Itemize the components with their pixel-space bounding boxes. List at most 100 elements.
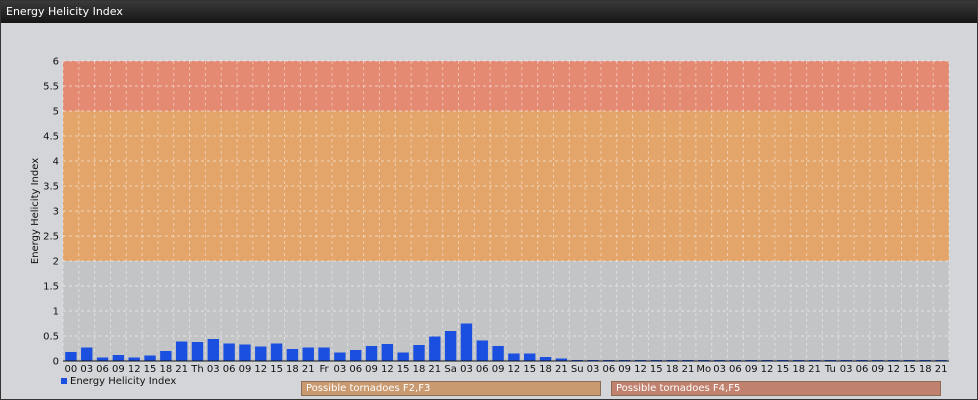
x-tick-label: 15 bbox=[397, 364, 410, 375]
x-tick-label: 03 bbox=[587, 364, 600, 375]
x-tick-label: 12 bbox=[254, 364, 267, 375]
x-tick-label: 00 bbox=[65, 364, 78, 375]
bar bbox=[318, 347, 330, 361]
bar bbox=[429, 336, 441, 361]
x-tick-label: 12 bbox=[128, 364, 141, 375]
bar bbox=[128, 357, 140, 361]
bar bbox=[413, 345, 425, 361]
bar bbox=[508, 353, 520, 361]
x-tick-label: Mo bbox=[696, 364, 711, 375]
bar bbox=[397, 352, 409, 361]
y-tick-label: 1 bbox=[53, 307, 59, 318]
y-tick-label: 5 bbox=[53, 107, 59, 118]
x-tick-label: 06 bbox=[729, 364, 742, 375]
bar bbox=[350, 350, 362, 361]
x-tick-label: 21 bbox=[428, 364, 441, 375]
y-axis-label: Energy Helicity Index bbox=[30, 158, 41, 264]
legend-item: Energy Helicity Index bbox=[61, 376, 176, 387]
x-tick-label: 21 bbox=[808, 364, 821, 375]
x-tick-label: 15 bbox=[523, 364, 536, 375]
x-tick-label: 06 bbox=[602, 364, 615, 375]
bar bbox=[65, 352, 77, 361]
bar bbox=[476, 340, 488, 361]
x-tick-label: 18 bbox=[539, 364, 552, 375]
zone-legend-f4-f5: Possible tornadoes F4,F5 bbox=[611, 381, 941, 396]
y-tick-label: 6 bbox=[53, 57, 59, 68]
bar bbox=[255, 346, 267, 361]
x-tick-label: 15 bbox=[144, 364, 157, 375]
x-tick-label: 06 bbox=[223, 364, 236, 375]
x-tick-label: 18 bbox=[919, 364, 932, 375]
x-tick-label: 03 bbox=[207, 364, 220, 375]
x-tick-label: 06 bbox=[476, 364, 489, 375]
x-tick-label: 03 bbox=[80, 364, 93, 375]
bar bbox=[302, 347, 314, 361]
bar bbox=[175, 341, 188, 361]
bar bbox=[539, 357, 552, 361]
x-tick-label: 18 bbox=[666, 364, 679, 375]
bar bbox=[381, 344, 394, 361]
x-tick-label: Th bbox=[190, 364, 203, 375]
x-tick-label: 03 bbox=[460, 364, 473, 375]
x-tick-label: 09 bbox=[239, 364, 252, 375]
y-tick-label: 5.5 bbox=[43, 82, 59, 93]
y-tick-label: 4 bbox=[53, 157, 59, 168]
bar bbox=[365, 346, 378, 361]
bar bbox=[492, 346, 504, 361]
x-tick-label: 03 bbox=[713, 364, 726, 375]
x-tick-label: 12 bbox=[508, 364, 521, 375]
x-tick-label: 18 bbox=[792, 364, 805, 375]
x-tick-label: Tu bbox=[824, 364, 836, 375]
x-tick-label: 09 bbox=[112, 364, 125, 375]
x-tick-label: 12 bbox=[634, 364, 647, 375]
x-tick-label: 21 bbox=[302, 364, 315, 375]
y-tick-label: 2 bbox=[53, 257, 59, 268]
x-tick-label: 12 bbox=[887, 364, 900, 375]
bar bbox=[270, 343, 283, 361]
x-tick-label: 09 bbox=[745, 364, 758, 375]
window-title: Energy Helicity Index bbox=[1, 1, 977, 23]
x-tick-label: 09 bbox=[365, 364, 378, 375]
x-tick-label: 15 bbox=[270, 364, 283, 375]
bar bbox=[524, 353, 536, 361]
bar bbox=[223, 343, 235, 361]
legend-label: Energy Helicity Index bbox=[70, 376, 177, 387]
x-tick-label: Su bbox=[571, 364, 584, 375]
bar bbox=[239, 344, 251, 361]
x-tick-label: 09 bbox=[492, 364, 505, 375]
chart-panel: Energy Helicity Index 0 0.5 1 1.5 2 2.5 3 3.5 4 4… bbox=[0, 0, 978, 400]
x-tick-label: 12 bbox=[381, 364, 394, 375]
x-tick-label: 21 bbox=[555, 364, 568, 375]
bar bbox=[207, 339, 219, 361]
x-tick-label: 21 bbox=[682, 364, 695, 375]
bar bbox=[460, 323, 473, 361]
x-tick-label: 15 bbox=[650, 364, 663, 375]
x-tick-label: 06 bbox=[96, 364, 109, 375]
y-tick-label: 3 bbox=[53, 207, 59, 218]
zone-legend-f2-f3: Possible tornadoes F2,F3 bbox=[301, 381, 601, 396]
bar bbox=[191, 342, 204, 361]
x-tick-label: 15 bbox=[777, 364, 790, 375]
y-tick-label: 3.5 bbox=[43, 182, 59, 193]
x-tick-label: 06 bbox=[349, 364, 362, 375]
chart-canvas: 00.511.522.533.544.555.56 00 03 06 09 12 15 18… bbox=[30, 57, 950, 375]
bar bbox=[144, 355, 156, 361]
x-tick-label: 21 bbox=[935, 364, 948, 375]
x-tick-label: 03 bbox=[334, 364, 347, 375]
bar bbox=[160, 351, 172, 361]
x-tick-label: 18 bbox=[159, 364, 172, 375]
y-tick-label: 2.5 bbox=[43, 232, 59, 243]
y-tick-label: 1.5 bbox=[43, 282, 59, 293]
legend-swatch bbox=[61, 378, 67, 384]
bar bbox=[81, 347, 93, 361]
x-tick-label: 15 bbox=[903, 364, 916, 375]
x-tick-label: 12 bbox=[761, 364, 774, 375]
bar bbox=[286, 349, 299, 361]
bar bbox=[444, 331, 457, 361]
x-tick-label: 03 bbox=[840, 364, 853, 375]
x-tick-label: 18 bbox=[413, 364, 426, 375]
x-tick-label: 09 bbox=[618, 364, 631, 375]
x-tick-label: 09 bbox=[871, 364, 884, 375]
y-tick-label: 0 bbox=[53, 357, 59, 368]
x-tick-label: 06 bbox=[856, 364, 869, 375]
